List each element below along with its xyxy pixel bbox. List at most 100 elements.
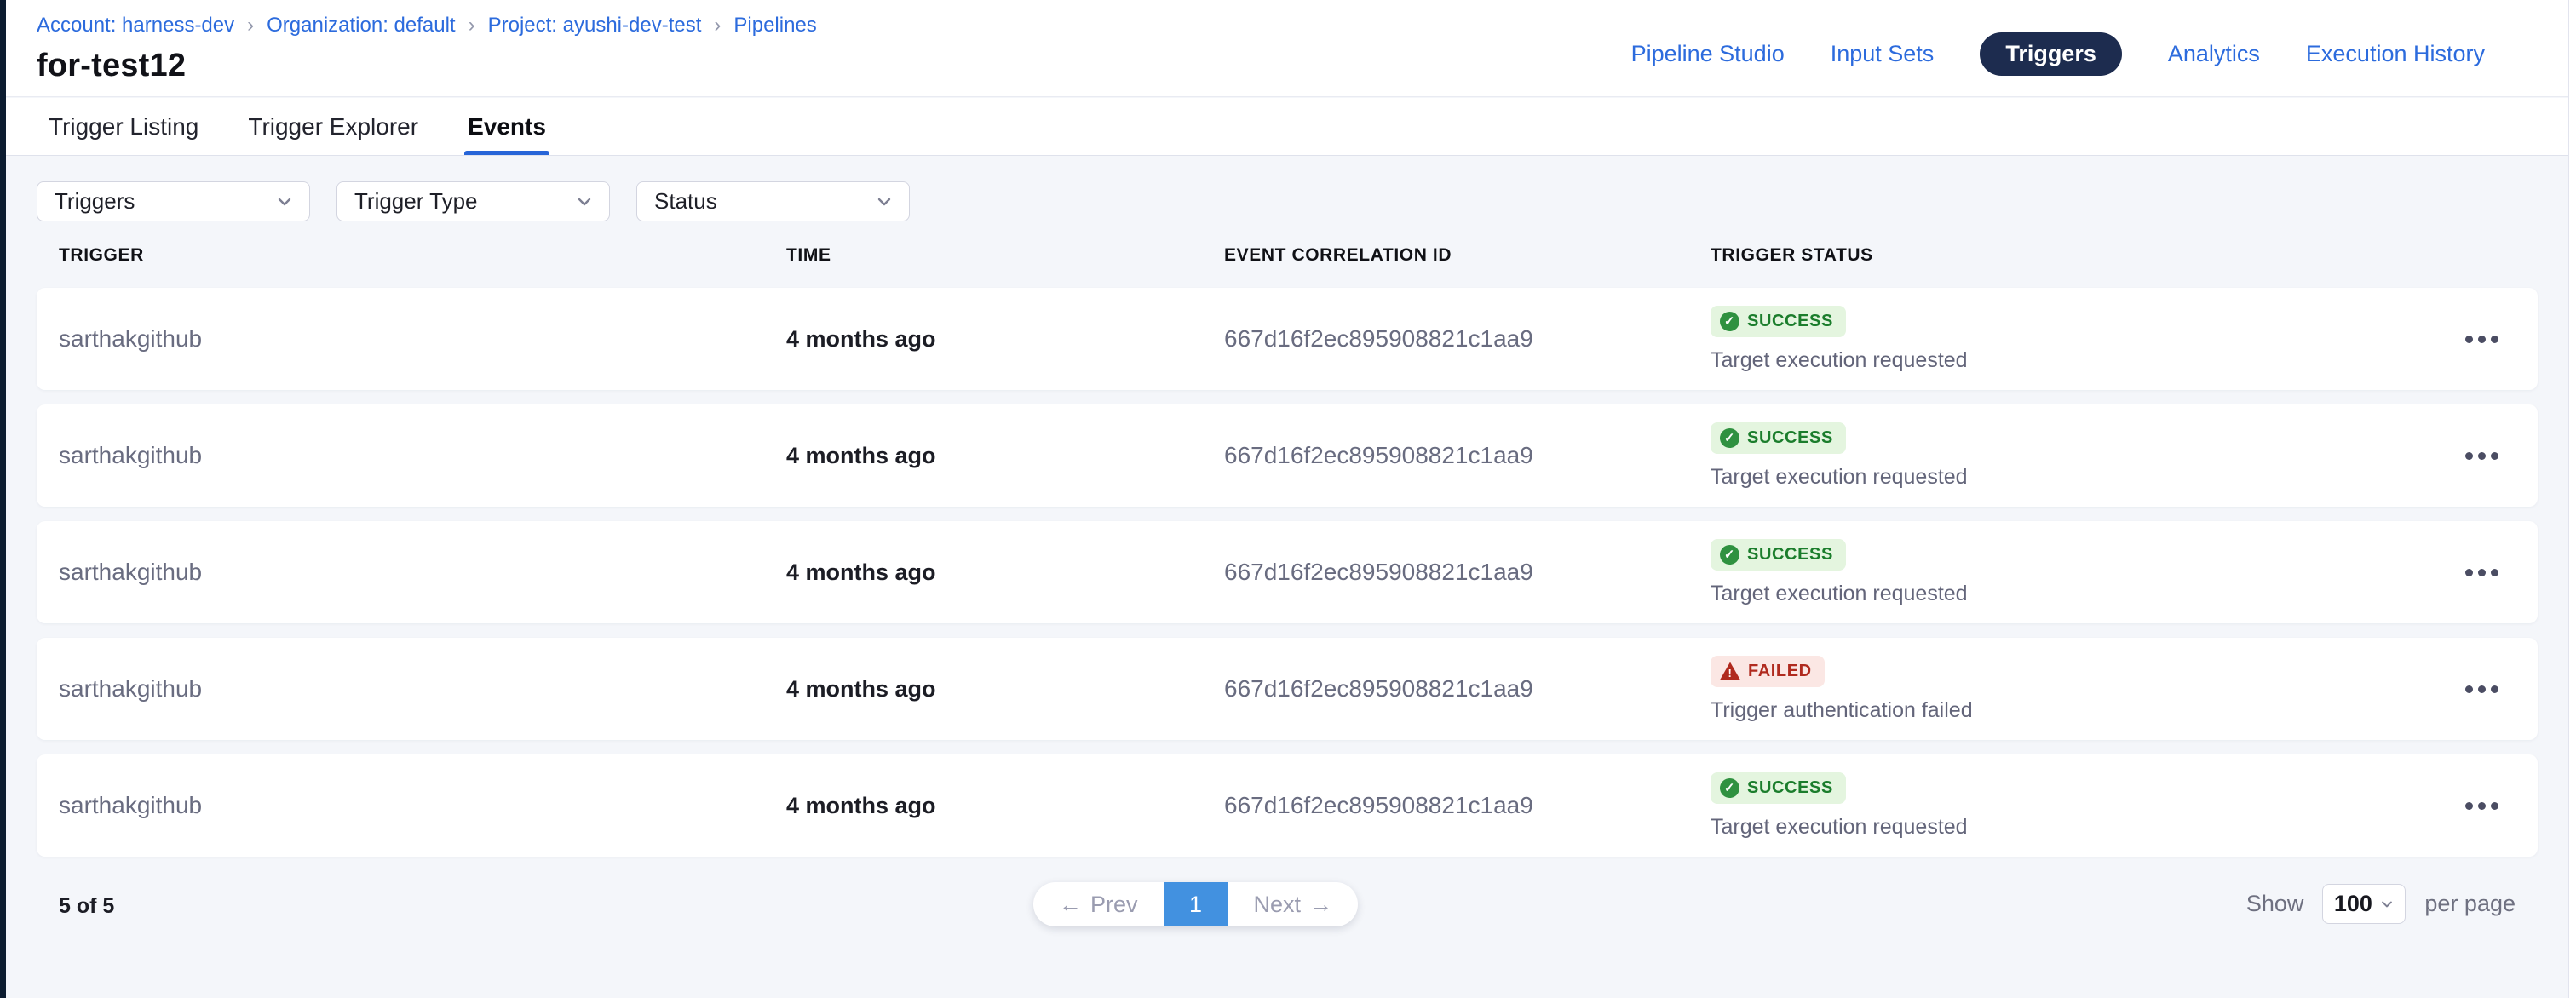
column-header-trigger: TRIGGER: [59, 245, 786, 266]
trigger-type-filter-dropdown[interactable]: Trigger Type: [336, 181, 610, 221]
page-title: for-test12: [37, 48, 817, 84]
event-time: 4 months ago: [786, 793, 1224, 819]
result-count: 5 of 5: [59, 894, 114, 919]
dot-icon: [2478, 802, 2486, 810]
status-badge-label: SUCCESS: [1747, 778, 1833, 798]
nav-input-sets[interactable]: Input Sets: [1831, 41, 1935, 67]
dot-icon: [2465, 452, 2473, 460]
column-header-event-correlation-id: EVENT CORRELATION ID: [1224, 245, 1711, 266]
breadcrumb-separator-icon: ›: [714, 14, 721, 37]
collapsed-sidebar-rail[interactable]: [0, 0, 6, 998]
status-badge: ✓ ! SUCCESS: [1711, 539, 1846, 571]
event-row: sarthakgithub 4 months ago 667d16f2ec895…: [37, 521, 2538, 623]
event-correlation-id: 667d16f2ec895908821c1aa9: [1224, 792, 1711, 819]
event-time: 4 months ago: [786, 676, 1224, 703]
trigger-name: sarthakgithub: [59, 325, 786, 353]
breadcrumb-pipelines-link[interactable]: Pipelines: [733, 14, 816, 37]
chevron-down-icon: [2379, 897, 2395, 912]
status-badge-label: FAILED: [1748, 662, 1812, 681]
breadcrumb-project-link[interactable]: Project: ayushi-dev-test: [488, 14, 702, 37]
status-badge-label: SUCCESS: [1747, 312, 1833, 331]
column-header-trigger-status: TRIGGER STATUS: [1711, 245, 2456, 266]
dot-icon: [2465, 685, 2473, 693]
row-options-menu-button[interactable]: [2456, 547, 2507, 598]
chevron-down-icon: [275, 192, 294, 211]
tab-trigger-listing[interactable]: Trigger Listing: [49, 98, 198, 155]
page-size-value: 100: [2334, 891, 2372, 917]
dot-icon: [2478, 685, 2486, 693]
tab-strip: Trigger Listing Trigger Explorer Events: [6, 98, 2568, 156]
page-size-select[interactable]: 100: [2322, 884, 2406, 924]
event-time: 4 months ago: [786, 559, 1224, 586]
dot-icon: [2491, 336, 2498, 343]
event-correlation-id: 667d16f2ec895908821c1aa9: [1224, 442, 1711, 469]
status-badge-label: SUCCESS: [1747, 428, 1833, 448]
trigger-status-cell: ✓ ! SUCCESS Target execution requested: [1711, 306, 2456, 373]
status-badge: ✓ ! SUCCESS: [1711, 422, 1846, 454]
event-time: 4 months ago: [786, 326, 1224, 353]
event-row: sarthakgithub 4 months ago 667d16f2ec895…: [37, 404, 2538, 507]
breadcrumb-account-link[interactable]: Account: harness-dev: [37, 14, 234, 37]
trigger-name: sarthakgithub: [59, 559, 786, 586]
trigger-name: sarthakgithub: [59, 675, 786, 703]
page-header: Account: harness-dev › Organization: def…: [6, 0, 2568, 97]
trigger-status-cell: ✓ ! FAILED Trigger authentication failed: [1711, 656, 2456, 723]
dot-icon: [2478, 336, 2486, 343]
row-options-menu-button[interactable]: [2456, 663, 2507, 714]
table-footer: 5 of 5 ← Prev 1 Next → Show 100 per page: [37, 874, 2538, 967]
chevron-down-icon: [575, 192, 594, 211]
check-circle-icon: ✓: [1720, 545, 1739, 565]
status-filter-dropdown[interactable]: Status: [636, 181, 910, 221]
dot-icon: [2465, 336, 2473, 343]
check-circle-icon: ✓: [1720, 312, 1739, 331]
check-circle-icon: ✓: [1720, 778, 1739, 798]
dot-icon: [2491, 685, 2498, 693]
show-label: Show: [2246, 891, 2304, 917]
event-row: sarthakgithub 4 months ago 667d16f2ec895…: [37, 638, 2538, 740]
status-badge: ✓ ! SUCCESS: [1711, 772, 1846, 804]
trigger-name: sarthakgithub: [59, 792, 786, 819]
column-header-actions: [2456, 245, 2507, 266]
prev-page-button[interactable]: ← Prev: [1033, 882, 1164, 926]
warning-triangle-icon: !: [1720, 662, 1740, 680]
status-message: Target execution requested: [1711, 582, 1968, 606]
tab-events[interactable]: Events: [468, 98, 546, 155]
breadcrumb-organization-link[interactable]: Organization: default: [267, 14, 455, 37]
nav-execution-history[interactable]: Execution History: [2306, 41, 2485, 67]
dot-icon: [2465, 802, 2473, 810]
event-row: sarthakgithub 4 months ago 667d16f2ec895…: [37, 288, 2538, 390]
row-options-menu-button[interactable]: [2456, 430, 2507, 481]
status-message: Target execution requested: [1711, 465, 1968, 490]
row-options-menu-button[interactable]: [2456, 780, 2507, 831]
nav-triggers-active[interactable]: Triggers: [1980, 32, 2122, 76]
status-message: Target execution requested: [1711, 815, 1968, 840]
arrow-left-icon: ←: [1059, 892, 1082, 918]
arrow-right-icon: →: [1309, 892, 1332, 918]
trigger-name: sarthakgithub: [59, 442, 786, 469]
per-page-label: per page: [2424, 891, 2516, 917]
dot-icon: [2491, 569, 2498, 576]
tab-trigger-explorer[interactable]: Trigger Explorer: [248, 98, 418, 155]
check-circle-icon: ✓: [1720, 428, 1739, 448]
trigger-status-cell: ✓ ! SUCCESS Target execution requested: [1711, 772, 2456, 840]
event-correlation-id: 667d16f2ec895908821c1aa9: [1224, 559, 1711, 586]
event-correlation-id: 667d16f2ec895908821c1aa9: [1224, 675, 1711, 703]
dot-icon: [2465, 569, 2473, 576]
pagination: ← Prev 1 Next →: [1033, 882, 1358, 926]
nav-analytics[interactable]: Analytics: [2168, 41, 2260, 67]
dot-icon: [2491, 452, 2498, 460]
nav-pipeline-studio[interactable]: Pipeline Studio: [1631, 41, 1785, 67]
breadcrumb-separator-icon: ›: [469, 14, 475, 37]
next-page-button[interactable]: Next →: [1228, 882, 1359, 926]
scrollbar-track[interactable]: [2568, 0, 2576, 998]
column-header-time: TIME: [786, 245, 1224, 266]
status-badge: ✓ ! SUCCESS: [1711, 306, 1846, 337]
filter-bar: Triggers Trigger Type Status: [37, 181, 2538, 221]
row-options-menu-button[interactable]: [2456, 313, 2507, 364]
chevron-down-icon: [875, 192, 894, 211]
dot-icon: [2491, 802, 2498, 810]
triggers-events-page: Account: harness-dev › Organization: def…: [0, 0, 2576, 998]
triggers-filter-dropdown[interactable]: Triggers: [37, 181, 310, 221]
pipeline-nav: Pipeline Studio Input Sets Triggers Anal…: [1631, 0, 2568, 76]
page-1-button[interactable]: 1: [1164, 882, 1228, 926]
